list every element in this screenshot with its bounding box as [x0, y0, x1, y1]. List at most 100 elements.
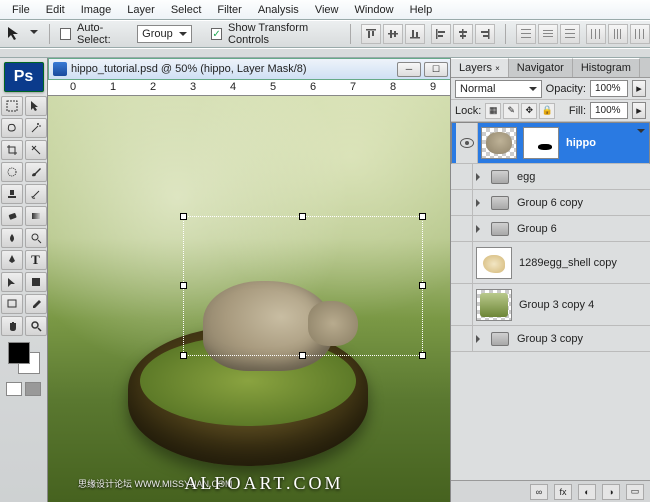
eraser-tool[interactable]: [1, 206, 23, 226]
layer-name[interactable]: Group 6: [513, 223, 557, 235]
marquee-tool[interactable]: [1, 96, 23, 116]
layer-thumbnail[interactable]: [476, 247, 512, 279]
layer-group3copy[interactable]: Group 3 copy: [451, 326, 650, 352]
move-tool[interactable]: [25, 96, 47, 116]
layer-visibility-toggle[interactable]: [456, 123, 478, 163]
layer-thumbnail[interactable]: [481, 127, 517, 159]
heal-tool[interactable]: [1, 162, 23, 182]
transform-handle-bl[interactable]: [180, 352, 187, 359]
eyedropper-tool[interactable]: [25, 294, 47, 314]
menu-select[interactable]: Select: [163, 1, 210, 19]
auto-select-checkbox[interactable]: [60, 28, 71, 40]
dodge-tool[interactable]: [25, 228, 47, 248]
layer-visibility-toggle[interactable]: [451, 242, 473, 283]
canvas[interactable]: 思缘设计论坛 WWW.MISSYUAN.COM ALFOART.COM: [48, 96, 480, 502]
menu-window[interactable]: Window: [346, 1, 401, 19]
fill-value[interactable]: 100%: [590, 102, 628, 119]
adjustment-layer-icon[interactable]: ◑: [602, 484, 620, 500]
pen-tool[interactable]: [1, 250, 23, 270]
expand-icon[interactable]: [476, 199, 484, 207]
layer-egg[interactable]: egg: [451, 164, 650, 190]
foreground-color-swatch[interactable]: [8, 342, 30, 364]
lock-pixels-icon[interactable]: ✎: [503, 103, 519, 119]
layer-style-icon[interactable]: fx: [554, 484, 572, 500]
fill-flyout-icon[interactable]: ▸: [632, 102, 646, 119]
align-bottom-icon[interactable]: [405, 24, 425, 44]
lock-all-icon[interactable]: 🔒: [539, 103, 555, 119]
menu-filter[interactable]: Filter: [209, 1, 249, 19]
transform-handle-tl[interactable]: [180, 213, 187, 220]
color-swatch[interactable]: [8, 342, 40, 374]
menu-file[interactable]: File: [4, 1, 38, 19]
lock-transparency-icon[interactable]: ▦: [485, 103, 501, 119]
layer-hippo[interactable]: hippo: [451, 122, 650, 164]
blend-mode-dropdown[interactable]: Normal: [455, 80, 542, 98]
distribute-hcenter-icon[interactable]: [608, 24, 628, 44]
layer-name[interactable]: 1289egg_shell copy: [515, 257, 617, 269]
hand-tool[interactable]: [1, 316, 23, 336]
layer-eggshell[interactable]: 1289egg_shell copy: [451, 242, 650, 284]
layer-visibility-toggle[interactable]: [451, 164, 473, 189]
layer-group6[interactable]: Group 6: [451, 216, 650, 242]
path-select-tool[interactable]: [1, 272, 23, 292]
tab-layers[interactable]: Layers ×: [451, 58, 509, 77]
layer-name[interactable]: hippo: [562, 137, 596, 149]
lasso-tool[interactable]: [1, 118, 23, 138]
zoom-tool[interactable]: [25, 316, 47, 336]
align-vcenter-icon[interactable]: [383, 24, 403, 44]
wand-tool[interactable]: [25, 118, 47, 138]
transform-handle-bm[interactable]: [299, 352, 306, 359]
menu-image[interactable]: Image: [73, 1, 120, 19]
layer-mask-icon[interactable]: ◐: [578, 484, 596, 500]
align-right-icon[interactable]: [475, 24, 495, 44]
layer-thumbnail[interactable]: [476, 289, 512, 321]
layer-visibility-toggle[interactable]: [451, 216, 473, 241]
transform-bounding-box[interactable]: [183, 216, 423, 356]
brush-tool[interactable]: [25, 162, 47, 182]
layer-visibility-toggle[interactable]: [451, 190, 473, 215]
layer-name[interactable]: Group 3 copy: [513, 333, 583, 345]
layer-group6copy[interactable]: Group 6 copy: [451, 190, 650, 216]
notes-tool[interactable]: [1, 294, 23, 314]
expand-icon[interactable]: [476, 173, 484, 181]
minimize-button[interactable]: ─: [397, 62, 421, 77]
menu-help[interactable]: Help: [402, 1, 441, 19]
tab-histogram[interactable]: Histogram: [573, 58, 640, 77]
align-left-icon[interactable]: [431, 24, 451, 44]
lock-position-icon[interactable]: ✥: [521, 103, 537, 119]
transform-handle-br[interactable]: [419, 352, 426, 359]
slice-tool[interactable]: [25, 140, 47, 160]
new-group-icon[interactable]: ▭: [626, 484, 644, 500]
transform-handle-tr[interactable]: [419, 213, 426, 220]
layer-name[interactable]: egg: [513, 171, 535, 183]
expand-icon[interactable]: [476, 225, 484, 233]
layer-name[interactable]: Group 6 copy: [513, 197, 583, 209]
link-layers-icon[interactable]: ∞: [530, 484, 548, 500]
align-hcenter-icon[interactable]: [453, 24, 473, 44]
distribute-vcenter-icon[interactable]: [538, 24, 558, 44]
gradient-tool[interactable]: [25, 206, 47, 226]
tab-navigator[interactable]: Navigator: [509, 58, 573, 77]
auto-select-dropdown[interactable]: Group: [137, 25, 192, 43]
layer-mask-thumbnail[interactable]: [523, 127, 559, 159]
opacity-flyout-icon[interactable]: ▸: [632, 80, 646, 97]
transform-handle-mr[interactable]: [419, 282, 426, 289]
type-tool[interactable]: T: [25, 250, 47, 270]
show-transform-checkbox[interactable]: ✓: [211, 28, 222, 40]
blur-tool[interactable]: [1, 228, 23, 248]
layer-group3copy4[interactable]: Group 3 copy 4: [451, 284, 650, 326]
expand-icon[interactable]: [476, 335, 484, 343]
distribute-top-icon[interactable]: [516, 24, 536, 44]
menu-analysis[interactable]: Analysis: [250, 1, 307, 19]
menu-edit[interactable]: Edit: [38, 1, 73, 19]
transform-handle-tm[interactable]: [299, 213, 306, 220]
menu-layer[interactable]: Layer: [119, 1, 163, 19]
distribute-left-icon[interactable]: [586, 24, 606, 44]
layer-visibility-toggle[interactable]: [451, 284, 473, 325]
transform-handle-ml[interactable]: [180, 282, 187, 289]
quick-mask-toggle[interactable]: [0, 382, 47, 396]
distribute-right-icon[interactable]: [630, 24, 650, 44]
align-top-icon[interactable]: [361, 24, 381, 44]
tool-preset-dropdown[interactable]: [30, 26, 39, 42]
opacity-value[interactable]: 100%: [590, 80, 628, 97]
